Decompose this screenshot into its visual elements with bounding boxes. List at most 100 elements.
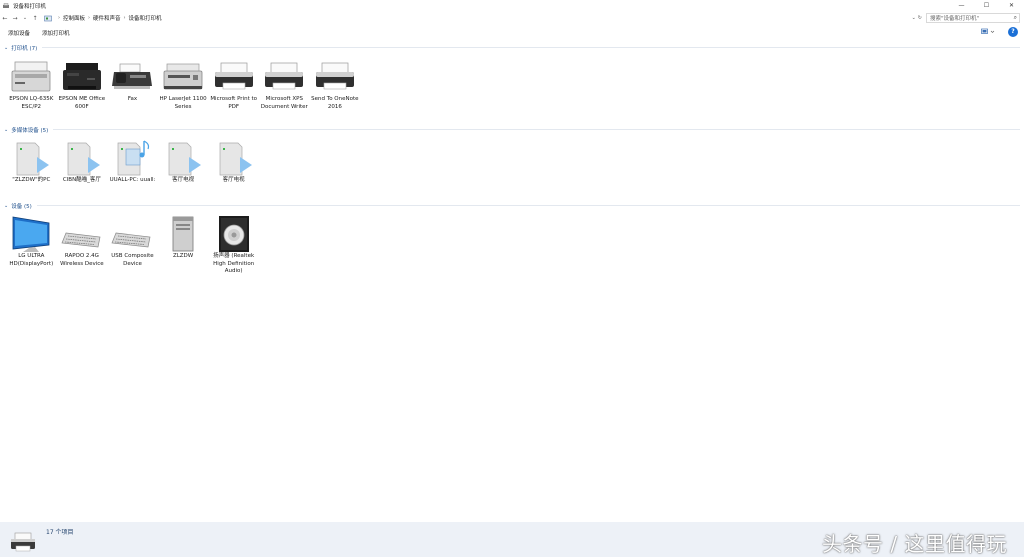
multimedia-list: "ZLZDW"的PC CIBN酷喵_客厅 UUALL-PC: uuall: 客厅… — [6, 139, 259, 185]
device-label: Send To OneNote 2016 — [311, 96, 359, 110]
forward-arrow-icon[interactable]: → — [10, 15, 20, 22]
maximize-button[interactable]: ☐ — [974, 0, 999, 11]
device-item[interactable]: Send To OneNote 2016 — [310, 58, 361, 111]
group-title-multimedia: 多媒体设备 (5) — [11, 127, 49, 134]
devices-list: LG ULTRA HD(DisplayPort) RAPOO 2.4G Wire… — [6, 215, 259, 276]
address-bar-actions: ⌄ ↻ — [912, 13, 922, 23]
device-item[interactable]: EPSON ME Office 600F — [57, 58, 108, 111]
refresh-icon[interactable]: ↻ — [918, 15, 922, 21]
device-item[interactable]: 客厅电视 — [208, 139, 259, 185]
up-arrow-icon[interactable]: ↑ — [30, 15, 40, 22]
add-printer-button[interactable]: 添加打印机 — [42, 29, 70, 37]
media-server-icon — [168, 142, 202, 176]
back-arrow-icon[interactable]: ← — [0, 15, 10, 22]
command-bar: 添加设备 添加打印机 ? — [0, 26, 1024, 39]
window-title: 设备和打印机 — [13, 3, 47, 10]
device-label: HP LaserJet 1100 Series — [159, 96, 207, 110]
speaker-icon — [218, 216, 249, 252]
device-label: 客厅电视 — [222, 177, 245, 183]
group-divider — [53, 129, 1020, 130]
device-item[interactable]: USB Composite Device — [107, 215, 158, 276]
media-server-icon — [16, 142, 50, 176]
collapse-chevron-icon[interactable]: ⌄ — [4, 45, 8, 51]
window-controls: — ☐ ✕ — [949, 0, 1024, 11]
device-item[interactable]: "ZLZDW"的PC — [6, 139, 57, 185]
device-label: Microsoft Print to PDF — [210, 96, 258, 110]
collapse-chevron-icon[interactable]: ⌄ — [4, 203, 8, 209]
device-label: CIBN酷喵_客厅 — [62, 177, 101, 183]
recent-locations-chevron-icon[interactable]: ⌄ — [20, 15, 30, 21]
generic-printer-icon — [315, 62, 354, 90]
navigation-bar: ← → ⌄ ↑ › 控制面板 › 硬件和声音 › 设备和打印机 ⌄ ↻ 搜索"设… — [0, 12, 1024, 24]
media-server-icon — [219, 142, 252, 176]
device-label: "ZLZDW"的PC — [12, 177, 51, 183]
printers-list: EPSON LQ-635K ESC/P2 EPSON ME Office 600… — [6, 58, 360, 111]
monitor-icon — [12, 216, 50, 252]
device-item[interactable]: LG ULTRA HD(DisplayPort) — [6, 215, 57, 276]
device-label: Microsoft XPS Document Writer — [260, 96, 308, 110]
group-title-devices: 设备 (5) — [11, 203, 32, 210]
group-title-printers: 打印机 (7) — [11, 45, 38, 52]
item-count: 17 个项目 — [46, 529, 74, 536]
device-item[interactable]: UUALL-PC: uuall: — [107, 139, 158, 185]
printer-app-icon — [3, 2, 9, 8]
device-item[interactable]: Microsoft Print to PDF — [208, 58, 259, 111]
device-item[interactable]: ZLZDW — [158, 215, 209, 276]
group-header-printers[interactable]: ⌄ 打印机 (7) — [0, 43, 1024, 52]
control-panel-icon — [44, 15, 52, 21]
group-header-multimedia[interactable]: ⌄ 多媒体设备 (5) — [0, 125, 1024, 134]
device-label: EPSON LQ-635K ESC/P2 — [9, 96, 54, 110]
device-item[interactable]: CIBN酷喵_客厅 — [57, 139, 108, 185]
breadcrumb-devices-printers[interactable]: 设备和打印机 — [129, 14, 162, 22]
dot-matrix-printer-icon — [11, 61, 51, 92]
computer-tower-icon — [172, 216, 194, 252]
laser-printer-icon — [163, 63, 203, 90]
breadcrumb-control-panel[interactable]: 控制面板 — [63, 14, 85, 22]
collapse-chevron-icon[interactable]: ⌄ — [4, 127, 8, 133]
generic-printer-icon — [214, 62, 253, 90]
device-label: LG ULTRA HD(DisplayPort) — [9, 253, 54, 267]
media-server-icon — [67, 142, 100, 176]
change-view-icon[interactable] — [981, 28, 995, 35]
group-divider — [36, 205, 1020, 206]
device-item[interactable]: Fax — [107, 58, 158, 111]
keyboard-icon — [61, 232, 101, 248]
device-item[interactable]: 客厅电视 — [158, 139, 209, 185]
device-label: 扬声器 (Realtek High Definition Audio) — [213, 253, 255, 274]
device-label: RAPOO 2.4G Wireless Device — [60, 253, 104, 267]
printer-status-icon — [11, 532, 35, 552]
breadcrumb-separator-icon: › — [88, 15, 91, 21]
address-dropdown-chevron-icon[interactable]: ⌄ — [912, 15, 916, 21]
title-bar: 设备和打印机 — ☐ ✕ — [0, 0, 1024, 11]
device-item[interactable]: 扬声器 (Realtek High Definition Audio) — [208, 215, 259, 276]
search-placeholder: 搜索"设备和打印机" — [930, 16, 980, 22]
search-input[interactable]: 搜索"设备和打印机" ⌕ — [926, 13, 1020, 23]
device-item[interactable]: EPSON LQ-635K ESC/P2 — [6, 58, 57, 111]
watermark-text: 头条号 / 这里值得玩 — [822, 532, 1007, 556]
minimize-button[interactable]: — — [949, 0, 974, 11]
search-icon[interactable]: ⌕ — [1014, 14, 1017, 22]
inkjet-printer-icon — [62, 63, 101, 90]
group-header-devices[interactable]: ⌄ 设备 (5) — [0, 201, 1024, 210]
device-label: 客厅电视 — [172, 177, 195, 183]
media-library-icon — [118, 140, 150, 176]
device-label: Fax — [127, 96, 138, 102]
keyboard-icon — [111, 232, 151, 248]
generic-printer-icon — [265, 62, 304, 90]
add-device-button[interactable]: 添加设备 — [8, 29, 30, 37]
breadcrumb-separator-icon: › — [123, 15, 126, 21]
breadcrumb-separator-icon: › — [58, 15, 60, 21]
devices-and-printers-window: 设备和打印机 — ☐ ✕ ← → ⌄ ↑ › 控制面板 › 硬件和声音 › 设备… — [0, 0, 1024, 557]
device-label: ZLZDW — [172, 253, 194, 259]
breadcrumb-hardware-sound[interactable]: 硬件和声音 — [93, 14, 121, 22]
device-label: USB Composite Device — [111, 253, 154, 267]
fax-icon — [112, 63, 153, 89]
device-item[interactable]: Microsoft XPS Document Writer — [259, 58, 310, 111]
help-icon[interactable]: ? — [1008, 27, 1018, 37]
device-item[interactable]: RAPOO 2.4G Wireless Device — [57, 215, 108, 276]
close-button[interactable]: ✕ — [999, 0, 1024, 11]
device-item[interactable]: HP LaserJet 1100 Series — [158, 58, 209, 111]
device-label: UUALL-PC: uuall: — [109, 177, 156, 183]
group-divider — [42, 47, 1020, 48]
address-bar[interactable]: › 控制面板 › 硬件和声音 › 设备和打印机 ⌄ ↻ — [44, 13, 922, 23]
